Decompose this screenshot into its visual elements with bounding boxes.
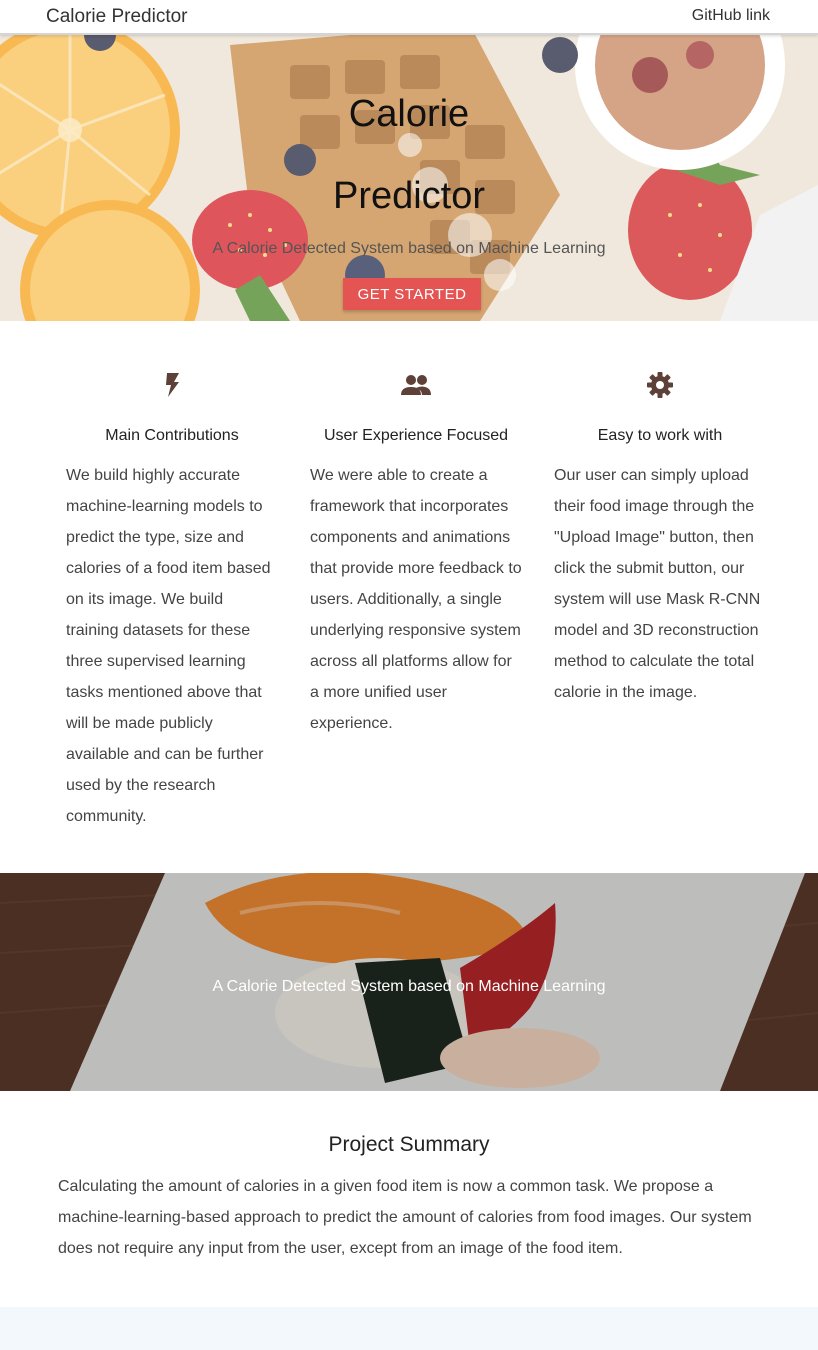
summary-title: Project Summary <box>328 1133 490 1156</box>
features-section: Main Contributions We build highly accur… <box>0 321 818 873</box>
feature-title: User Experience Focused <box>323 427 509 444</box>
get-started-button[interactable]: GET STARTED <box>343 278 481 310</box>
feature-title: Main Contributions <box>105 427 239 444</box>
hero-title-line1: Calorie <box>348 93 470 135</box>
feature-text: We build highly accurate machine-learnin… <box>66 467 271 825</box>
brand-logo-link[interactable]: Calorie Predictor <box>46 6 188 28</box>
navbar: Calorie Predictor GitHub link <box>0 0 818 35</box>
hero-section: Calorie Predictor A Calorie Detected Sys… <box>0 35 818 321</box>
footer-strip <box>0 1307 818 1350</box>
hero-subtitle: A Calorie Detected System based on Machi… <box>212 240 606 257</box>
project-summary-section: Project Summary Calculating the amount o… <box>0 1091 818 1307</box>
flash-icon <box>66 371 278 401</box>
feature-text: Our user can simply upload their food im… <box>554 467 761 701</box>
parallax-text: A Calorie Detected System based on Machi… <box>212 978 606 995</box>
feature-title: Easy to work with <box>597 427 723 444</box>
github-link[interactable]: GitHub link <box>692 7 770 25</box>
parallax-section: A Calorie Detected System based on Machi… <box>0 873 818 1091</box>
feature-text: We were able to create a framework that … <box>310 467 522 732</box>
summary-text: Calculating the amount of calories in a … <box>58 1178 752 1257</box>
group-icon <box>310 371 522 401</box>
hero-title-line2: Predictor <box>332 175 486 217</box>
settings-icon <box>554 371 766 401</box>
